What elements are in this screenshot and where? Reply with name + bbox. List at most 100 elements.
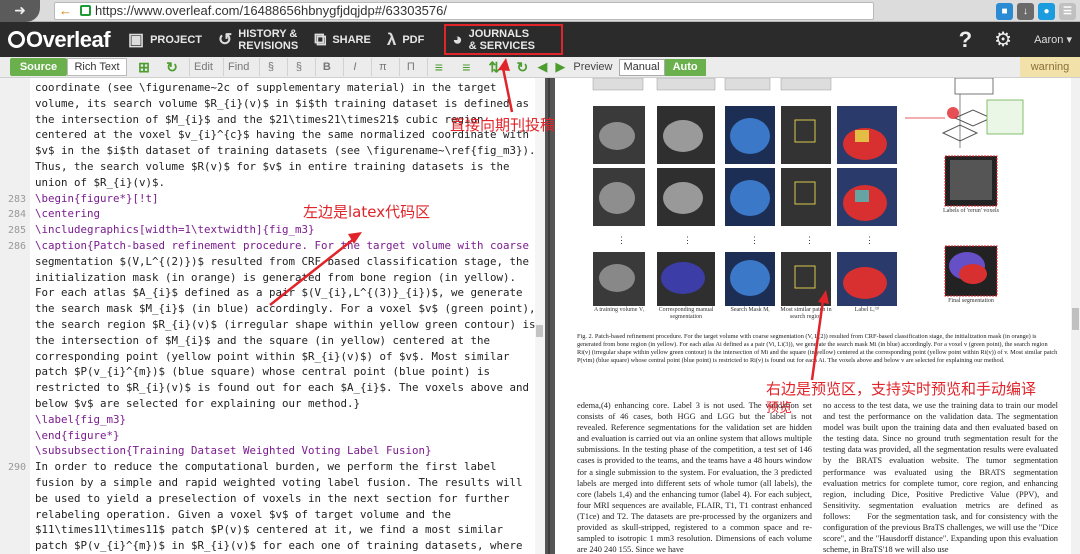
lock-icon — [80, 5, 91, 16]
pdf-preview[interactable]: ⋮ ⋮ ⋮ ⋮ ⋮ A training volume Vᵢ Correspon… — [555, 78, 1080, 554]
find-button[interactable]: Find — [222, 58, 253, 76]
line-number: 290 — [7, 462, 26, 474]
share-button[interactable]: ⧉ SHARE — [306, 22, 379, 57]
warning-badge[interactable]: warning — [1020, 57, 1080, 77]
code-text: Thus, the search volume $R(v)$ for $v$ i… — [35, 160, 510, 173]
source-tab[interactable]: Source — [10, 58, 67, 76]
code-line[interactable]: 290 In order to reduce the computational … — [0, 459, 545, 475]
rich-text-tab[interactable]: Rich Text — [67, 58, 127, 76]
code-line[interactable]: coordinate (see \figurename~2c of supple… — [0, 80, 545, 96]
pane-divider[interactable] — [545, 78, 555, 554]
sync-icon[interactable]: ↻ — [511, 58, 533, 76]
url-host: https://www.overleaf.com/ — [95, 3, 244, 18]
extension-icon[interactable]: ■ — [996, 2, 1013, 20]
preview-scroll-thumb[interactable] — [1072, 308, 1079, 330]
numbered-list-icon[interactable]: ≡ — [427, 58, 449, 76]
paper-column-right: no access to the test data, we use the t… — [823, 401, 1058, 554]
code-line[interactable]: Thus, the search volume $R(v)$ for $v$ i… — [0, 159, 545, 175]
code-line[interactable]: 283 \begin{figure*}[!t] — [0, 191, 545, 207]
code-text: restricted to $R_{i}(v)$ is found out fo… — [35, 381, 530, 395]
code-line[interactable]: \end{figure*} — [0, 428, 545, 444]
code-line[interactable]: union of $R_{i}(v)$. — [0, 175, 545, 191]
code-text: $v$ in the $i$th dataset of training dat… — [35, 144, 536, 158]
sync-to-code-icon[interactable]: ◀ — [537, 59, 547, 75]
code-text: segmentation $(V,L^{(2)})$ resulted from… — [35, 254, 530, 268]
code-text: coordinate (see \figurename~2c of supple… — [35, 81, 497, 94]
overleaf-logo[interactable]: Overleaf — [0, 27, 120, 53]
fig-label-rerun-voxels: Labels of 'rerun' voxels — [943, 208, 999, 214]
arrow-left-icon[interactable]: ← — [59, 3, 72, 18]
menu-icon[interactable]: ☰ — [1059, 2, 1076, 20]
journals-button[interactable]: ◕ JOURNALS & SERVICES — [444, 24, 564, 55]
code-line[interactable]: corresponding point (yellow point within… — [0, 349, 545, 365]
code-line[interactable]: the search region $R_{i}(v)$ (irregular … — [0, 317, 545, 333]
sync-to-pdf-icon[interactable]: ▶ — [555, 59, 565, 75]
code-line[interactable]: the search mask $M_{i}$ (in blue) accord… — [0, 301, 545, 317]
manual-compile-button[interactable]: Manual — [618, 58, 665, 76]
code-line[interactable]: segmentation $(V,L^{(2)})$ resulted from… — [0, 254, 545, 270]
bullet-list-icon[interactable]: ≡ — [455, 58, 477, 76]
pdf-button[interactable]: λ PDF — [379, 22, 432, 57]
code-line[interactable]: \label{fig_m3} — [0, 412, 545, 428]
extension-toolbar: ■ ↓ ● ☰ — [996, 1, 1080, 21]
italic-button[interactable]: I — [343, 58, 365, 76]
chat-icon[interactable]: ● — [1038, 2, 1055, 20]
insert-icon[interactable]: ⊞ — [133, 58, 155, 76]
code-line[interactable]: below $v$ are selected for explaining ou… — [0, 396, 545, 412]
code-text: \caption{Patch-based refinement procedur… — [35, 239, 530, 252]
code-text: For each atlas $A_{i}$ defined as a pair… — [35, 286, 523, 300]
editor-scroll-thumb[interactable] — [536, 325, 543, 337]
code-text: union of $R_{i}(v)$. — [35, 175, 166, 189]
line-number: 283 — [7, 193, 26, 205]
annotation-journal: 直接向期刊投稿 — [450, 116, 556, 134]
history-button[interactable]: ↺ HISTORY & REVISIONS — [210, 22, 306, 57]
gear-icon[interactable]: ⚙ — [994, 27, 1012, 52]
pi-button[interactable]: π — [371, 58, 393, 76]
preview-scrollbar[interactable] — [1071, 78, 1080, 554]
code-line[interactable]: volume, its search volume $R_{i}(v)$ in … — [0, 96, 545, 112]
journals-label-2: & SERVICES — [468, 39, 536, 52]
code-line[interactable]: For each atlas $A_{i}$ defined as a pair… — [0, 285, 545, 301]
product-button[interactable]: Π — [399, 58, 421, 76]
code-text: volume, its search volume $R_{i}(v)$ in … — [35, 96, 530, 110]
user-menu[interactable]: Aaron ▾ — [1034, 33, 1072, 46]
bold-button[interactable]: B — [315, 58, 337, 76]
download-icon[interactable]: ↓ — [1017, 2, 1034, 20]
pdf-label: PDF — [402, 33, 425, 46]
svg-text:⋮: ⋮ — [617, 235, 626, 245]
project-button[interactable]: ▣ PROJECT — [120, 22, 210, 57]
section-button[interactable]: § — [259, 58, 281, 76]
code-line[interactable]: 285 \includegraphics[width=1\textwidth]{f… — [0, 222, 545, 238]
code-text: the intersection of $M_{i}$ and the squa… — [35, 333, 491, 347]
code-line[interactable]: initialization mask (in orange) is gener… — [0, 270, 545, 286]
editor-scrollbar[interactable] — [535, 78, 545, 554]
auto-compile-button[interactable]: Auto — [664, 58, 706, 76]
code-line[interactable]: 284 \centering — [0, 206, 545, 222]
editor-toolbar: Source Rich Text ⊞ ↻ Edit Find § § B I π… — [0, 57, 1080, 78]
code-line[interactable]: patch $P(v_{i}^{m})$ in $R_{i}(v)$ for e… — [0, 538, 545, 554]
code-line[interactable]: be used to yield a preselection of voxel… — [0, 491, 545, 507]
code-line[interactable]: patch $P(v_{i}^{m})$ (blue square) whose… — [0, 364, 545, 380]
history-icon[interactable]: ↻ — [161, 58, 183, 76]
help-icon[interactable]: ? — [959, 27, 972, 53]
collapse-icon[interactable]: ⇅ — [483, 58, 505, 76]
code-text: \end{figure*} — [35, 428, 120, 442]
code-text: corresponding point (yellow point within… — [35, 349, 510, 363]
code-line[interactable]: $v$ in the $i$th dataset of training dat… — [0, 143, 545, 159]
pane-divider-handle[interactable] — [548, 78, 550, 554]
edit-button[interactable]: Edit — [189, 58, 217, 76]
back-icon[interactable]: ➜ — [0, 0, 40, 22]
url-field[interactable]: ← https://www.overleaf.com/16488656hbnyg… — [54, 1, 874, 20]
code-line[interactable]: fusion by a simple and rapid weighted vo… — [0, 475, 545, 491]
code-line[interactable]: relabeling operation. Given a voxel $v$ … — [0, 507, 545, 523]
globe-icon: ◕ — [452, 29, 463, 49]
code-line[interactable]: the intersection of $M_{i}$ and the squa… — [0, 333, 545, 349]
code-line[interactable]: 286 \caption{Patch-based refinement proce… — [0, 238, 545, 254]
latex-editor[interactable]: coordinate (see \figurename~2c of supple… — [0, 78, 545, 554]
code-line[interactable]: restricted to $R_{i}(v)$ is found out fo… — [0, 380, 545, 396]
preview-label: Preview — [573, 61, 613, 73]
subsection-button[interactable]: § — [287, 58, 309, 76]
code-line[interactable]: $11\times11\times11$ patch $P(v)$ center… — [0, 522, 545, 538]
code-line[interactable]: \subsubsection{Training Dataset Weighted… — [0, 443, 545, 459]
svg-text:⋮: ⋮ — [865, 235, 874, 245]
